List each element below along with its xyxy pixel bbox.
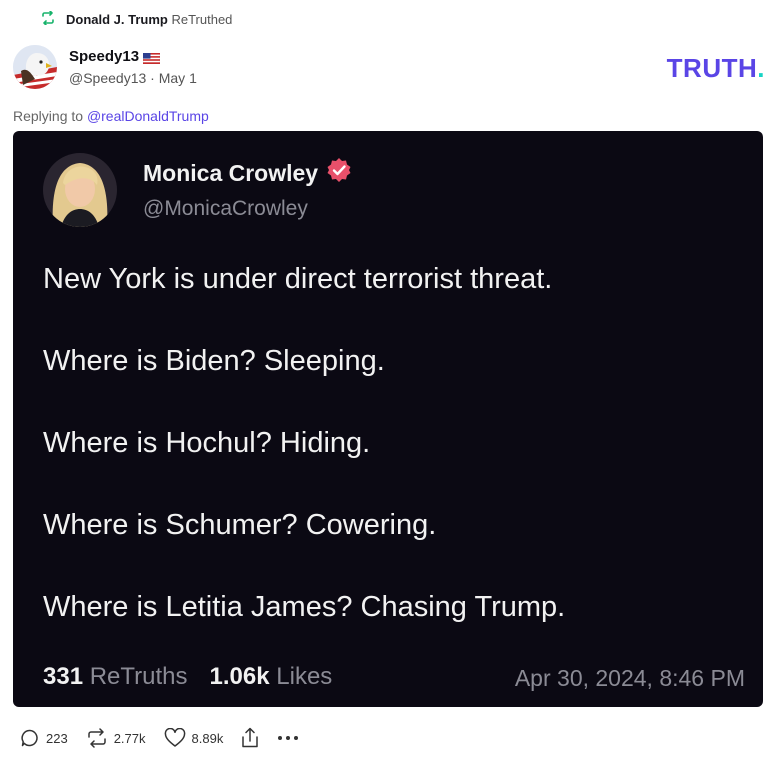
embed-text-line: New York is under direct terrorist threa… (43, 263, 553, 295)
embed-text-line: Where is Letitia James? Chasing Trump. (43, 591, 566, 623)
reply-prefix: Replying to (13, 108, 84, 124)
reply-button[interactable]: 223 (20, 728, 68, 748)
us-flag-icon (142, 51, 161, 65)
retruth-icon (40, 10, 56, 28)
post-author: Speedy13 @Speedy13 · May 1 (13, 45, 197, 89)
post-date[interactable]: May 1 (159, 70, 197, 86)
retruth-user-link[interactable]: Donald J. Trump (66, 12, 168, 27)
logo-dot: . (757, 53, 765, 83)
logo-text: TRUTH (666, 53, 758, 83)
post-actions: 223 2.77k 8.89k (20, 727, 317, 749)
more-options-button[interactable] (277, 734, 299, 742)
embed-likes-count: 1.06k (209, 663, 270, 690)
retruth-icon (86, 728, 108, 748)
more-icon (277, 734, 299, 742)
embed-stats: 331 ReTruths 1.06k Likes (43, 663, 332, 691)
verified-badge-icon (326, 157, 352, 189)
post-media-image[interactable]: Monica Crowley @MonicaCrowley New York i… (13, 131, 763, 707)
embed-display-name: Monica Crowley (143, 159, 319, 186)
embed-retruths-label: ReTruths (89, 663, 188, 690)
share-button[interactable] (241, 727, 259, 749)
like-button[interactable]: 8.89k (164, 728, 224, 748)
embed-timestamp: Apr 30, 2024, 8:46 PM (514, 665, 745, 691)
like-icon (164, 728, 186, 748)
like-count: 8.89k (191, 730, 224, 746)
author-handle[interactable]: @Speedy13 (69, 70, 146, 86)
retruth-header: Donald J. Trump ReTruthed (40, 10, 233, 28)
embed-text-line: Where is Biden? Sleeping. (43, 345, 385, 377)
reply-icon (20, 728, 40, 748)
embed-text-line: Where is Schumer? Cowering. (43, 509, 437, 541)
embed-likes-label: Likes (276, 663, 333, 690)
retruth-verb: ReTruthed (171, 12, 233, 27)
embed-text-line: Where is Hochul? Hiding. (43, 427, 371, 459)
embed-retruths-count: 331 (43, 663, 84, 690)
embed-avatar (43, 153, 117, 227)
embed-text: New York is under direct terrorist threa… (43, 261, 565, 671)
embed-handle: @MonicaCrowley (143, 197, 308, 220)
retruth-count: 2.77k (113, 730, 146, 746)
truth-logo: TRUTH. (667, 53, 765, 84)
separator-dot: · (150, 70, 159, 86)
retruth-button[interactable]: 2.77k (86, 728, 146, 748)
reply-mention-link[interactable]: @realDonaldTrump (87, 108, 209, 124)
author-display-name[interactable]: Speedy13 (69, 48, 139, 65)
share-icon (241, 727, 259, 749)
reply-context: Replying to @realDonaldTrump (13, 108, 209, 124)
reply-count: 223 (46, 730, 68, 746)
avatar[interactable] (13, 45, 57, 89)
